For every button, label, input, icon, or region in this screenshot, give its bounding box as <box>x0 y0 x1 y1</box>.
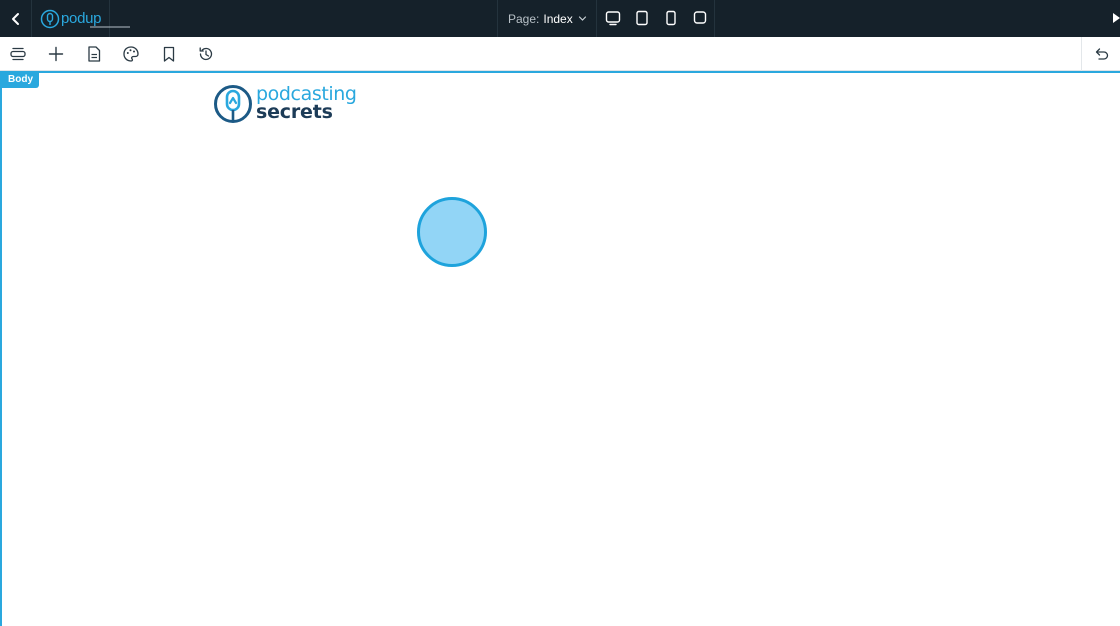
bookmark-icon <box>163 46 175 62</box>
editor-canvas[interactable]: Body podcasting secrets <box>0 71 1120 626</box>
undo-button[interactable] <box>1081 37 1120 71</box>
chevron-left-icon <box>11 12 19 25</box>
page-selector[interactable]: Page: Index <box>497 0 597 37</box>
brand-logo[interactable]: podup <box>32 0 130 37</box>
layers-icon <box>10 47 26 61</box>
podcasting-secrets-logo[interactable]: podcasting secrets <box>213 84 373 124</box>
page-value: Index <box>543 11 573 26</box>
undo-icon <box>1095 48 1109 60</box>
pages-button[interactable] <box>85 45 103 63</box>
mobile-view-icon[interactable] <box>693 10 707 26</box>
history-icon <box>199 47 213 61</box>
add-icon <box>48 46 64 62</box>
saved-blocks-button[interactable] <box>160 45 178 63</box>
page-icon <box>88 46 101 62</box>
brand-name: podup <box>61 10 102 27</box>
desktop-view-icon[interactable] <box>605 10 621 26</box>
logo-line-secrets: secrets <box>256 101 333 123</box>
brand-tagline <box>90 26 130 28</box>
top-bar: podup Page: Index <box>0 0 1120 37</box>
editor-toolbar <box>0 37 1120 71</box>
layers-button[interactable] <box>9 45 27 63</box>
tablet-portrait-icon[interactable] <box>665 10 677 26</box>
podcast-mic-logo-icon <box>214 85 252 123</box>
tablet-landscape-icon[interactable] <box>635 10 649 26</box>
chevron-down-icon <box>578 16 587 21</box>
back-button[interactable] <box>0 0 32 37</box>
history-button[interactable] <box>197 45 215 63</box>
preview-play-button[interactable] <box>1113 13 1120 23</box>
page-label: Page: <box>508 11 540 26</box>
palette-icon <box>123 46 139 62</box>
styles-button[interactable] <box>122 45 140 63</box>
cursor-highlight <box>417 197 487 267</box>
logo-wordmark: podcasting secrets <box>256 85 357 123</box>
device-switcher <box>597 0 715 37</box>
add-element-button[interactable] <box>47 45 65 63</box>
body-element-tag[interactable]: Body <box>2 73 39 88</box>
podup-mic-icon <box>40 9 60 28</box>
